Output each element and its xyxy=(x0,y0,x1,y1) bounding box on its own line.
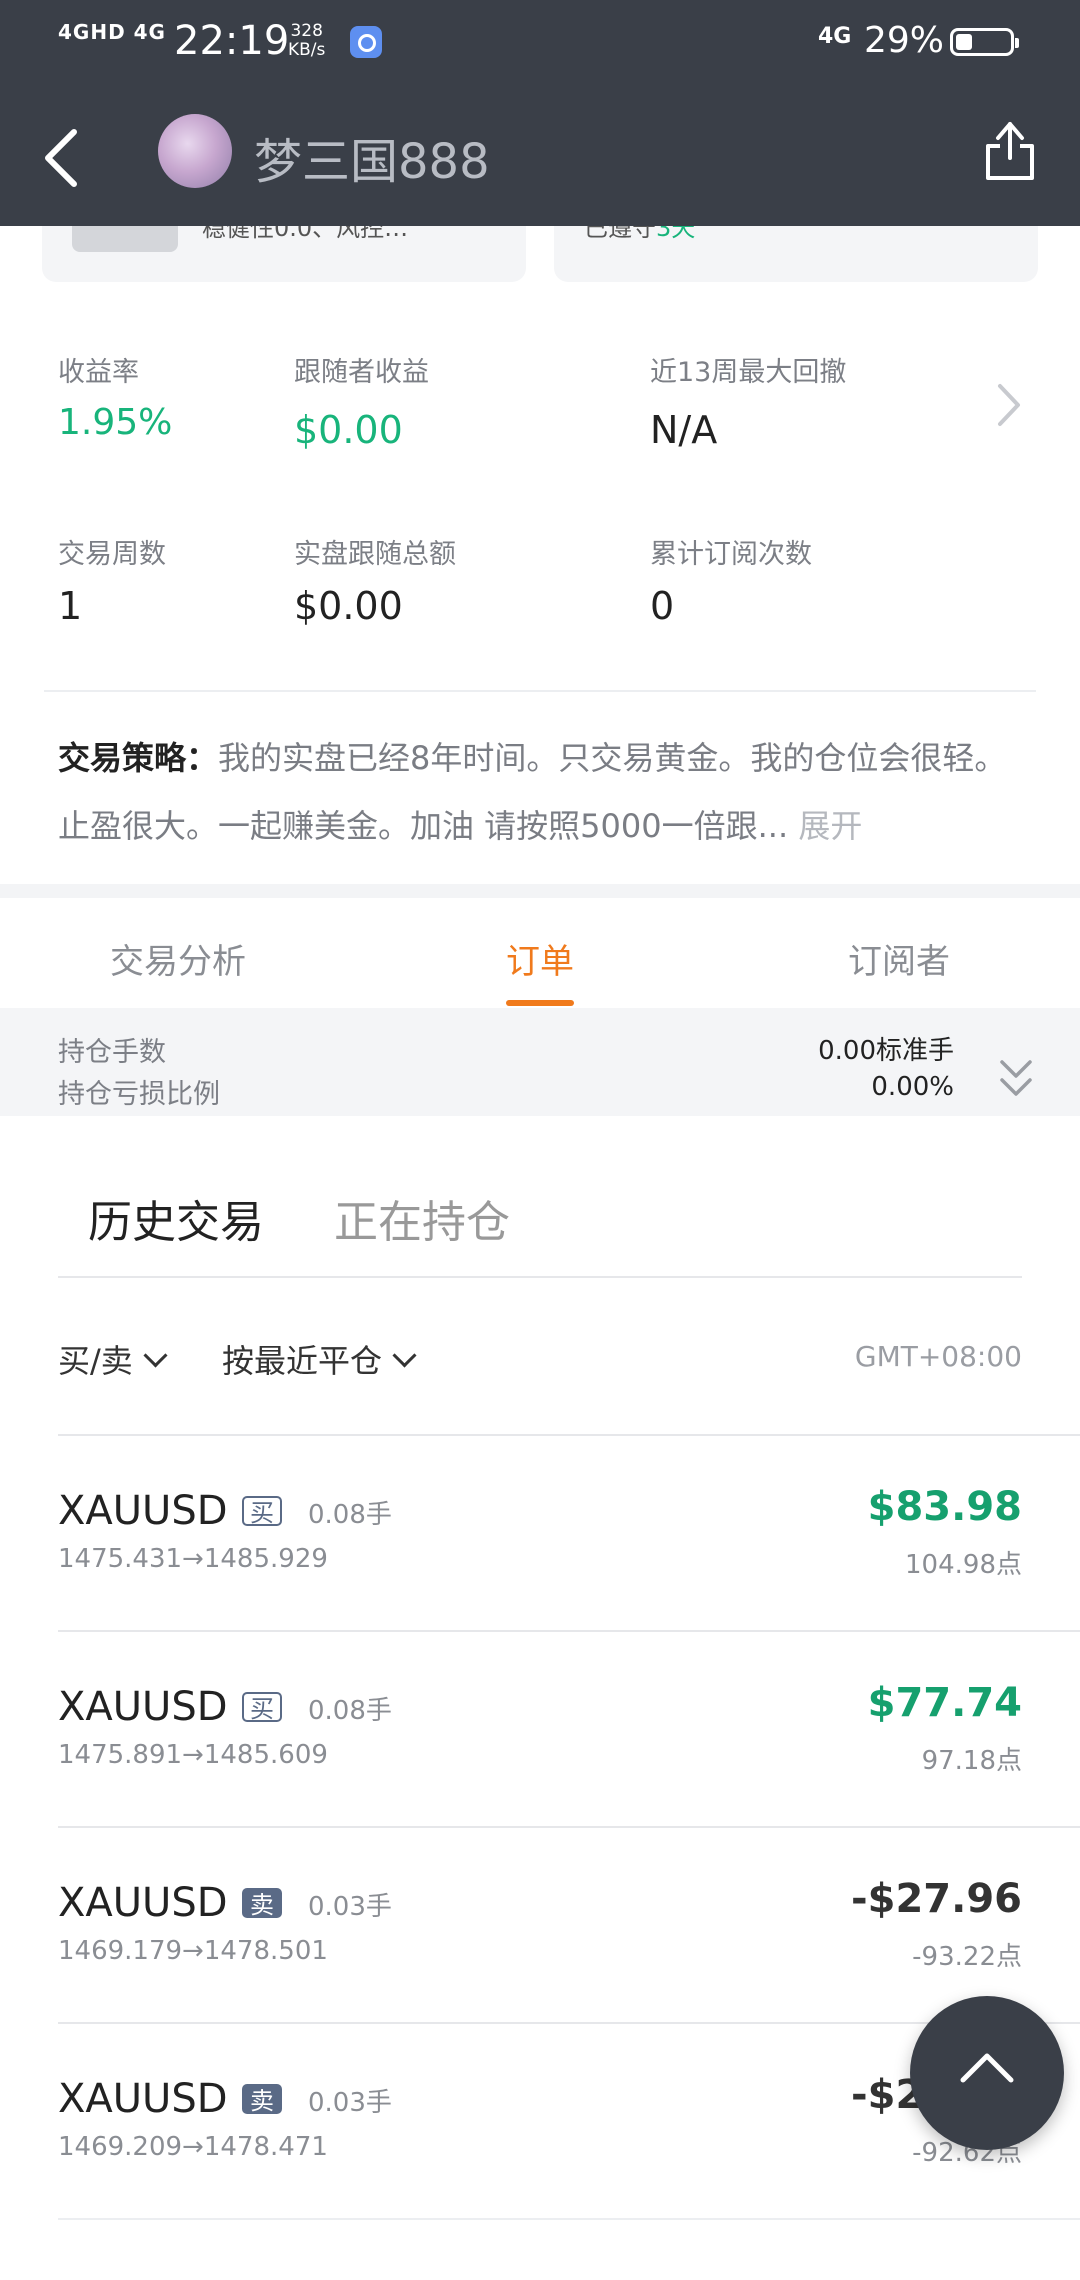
order-symbol: XAUUSD xyxy=(58,1880,228,1926)
chevron-up-icon xyxy=(960,2053,1014,2083)
timezone-label: GMT+08:00 xyxy=(854,1340,1022,1373)
order-lots: 0.03手 xyxy=(308,1892,392,1922)
order-lots: 0.08手 xyxy=(308,1500,392,1530)
status-bar: 4GHD 4G 22:19 328 KB/s 4G 29% xyxy=(0,0,1080,84)
order-row[interactable]: XAUUSD 买 0.08手 1475.431→1485.929 $83.98 … xyxy=(58,1434,1080,1632)
back-button[interactable] xyxy=(34,118,94,198)
order-lots: 0.08手 xyxy=(308,1696,392,1726)
order-profit: -$27.96 xyxy=(851,1876,1022,1922)
scroll-to-top-button[interactable] xyxy=(910,1996,1064,2150)
tab-orders[interactable]: 订单 xyxy=(506,934,574,983)
order-side-badge: 卖 xyxy=(242,1888,282,1919)
order-prices: 1469.179→1478.501 xyxy=(58,1936,328,1966)
chevron-right-icon[interactable] xyxy=(990,378,1026,432)
order-side-badge: 买 xyxy=(242,1496,282,1527)
order-symbol: XAUUSD xyxy=(58,1684,228,1730)
status-time: 22:19 xyxy=(174,18,290,64)
side-filter-dropdown[interactable]: 买/卖 xyxy=(58,1336,168,1382)
app-header: 4GHD 4G 22:19 328 KB/s 4G 29% 梦三国888 xyxy=(0,0,1080,226)
network-type: 4G xyxy=(818,24,852,49)
double-chevron-down-icon[interactable] xyxy=(996,1056,1036,1104)
side-filter-label: 买/卖 xyxy=(58,1342,133,1380)
expand-link[interactable]: 展开 xyxy=(798,807,862,845)
network-speed: 328 KB/s xyxy=(288,22,325,60)
sort-dropdown[interactable]: 按最近平仓 xyxy=(222,1336,417,1382)
tab-open-positions[interactable]: 正在持仓 xyxy=(334,1186,510,1250)
tab-history[interactable]: 历史交易 xyxy=(88,1186,264,1250)
order-row[interactable]: XAUUSD 卖 0.03手 1469.179→1478.501 -$27.96… xyxy=(58,1826,1080,2024)
position-pl-label: 持仓亏损比例 xyxy=(58,1079,220,1110)
stat-value-follower-profit: $0.00 xyxy=(294,408,403,452)
order-points: 97.18点 xyxy=(921,1746,1022,1776)
stat-label-return: 收益率 xyxy=(58,357,139,388)
order-side-badge: 卖 xyxy=(242,2084,282,2115)
order-prices: 1475.891→1485.609 xyxy=(58,1740,328,1770)
section-gap xyxy=(0,884,1080,898)
signal-indicator: 4GHD 4G xyxy=(58,20,166,44)
stat-label-weeks: 交易周数 xyxy=(58,539,166,570)
stat-value-return: 1.95% xyxy=(58,402,173,443)
position-lots-value: 0.00标准手 xyxy=(818,1036,954,1066)
share-icon xyxy=(986,122,1034,180)
order-profit: $77.74 xyxy=(867,1680,1022,1726)
tab-subscribers[interactable]: 订阅者 xyxy=(848,934,950,983)
network-speed-unit: KB/s xyxy=(288,40,326,60)
stat-label-follow-total: 实盘跟随总额 xyxy=(294,539,456,570)
stat-value-subscriptions: 0 xyxy=(650,584,675,628)
order-points: 104.98点 xyxy=(905,1550,1022,1580)
order-points: -93.22点 xyxy=(912,1942,1022,1972)
stat-label-subscriptions: 累计订阅次数 xyxy=(650,539,812,570)
order-prices: 1475.431→1485.929 xyxy=(58,1544,328,1574)
strategy-text: 交易策略：我的实盘已经8年时间。只交易黄金。我的仓位会很轻。止盈很大。一起赚美金… xyxy=(58,724,1018,860)
order-prices: 1469.209→1478.471 xyxy=(58,2132,328,2162)
tab-analysis[interactable]: 交易分析 xyxy=(110,934,246,983)
notification-app-icon xyxy=(350,26,382,58)
nav-bar: 梦三国888 xyxy=(0,84,1080,226)
chevron-down-icon xyxy=(392,1343,417,1368)
stat-value-weeks: 1 xyxy=(58,584,83,628)
divider xyxy=(44,690,1036,692)
chevron-left-icon xyxy=(45,129,77,187)
page-title: 梦三国888 xyxy=(254,134,490,190)
stat-value-follow-total: $0.00 xyxy=(294,584,403,628)
order-side-badge: 买 xyxy=(242,1692,282,1723)
stat-value-max-drawdown: N/A xyxy=(650,408,718,452)
network-speed-value: 328 xyxy=(290,21,323,41)
battery-icon xyxy=(950,28,1019,56)
chevron-down-icon xyxy=(143,1343,168,1368)
order-symbol: XAUUSD xyxy=(58,2076,228,2122)
battery-percent: 29% xyxy=(864,20,945,61)
order-symbol: XAUUSD xyxy=(58,1488,228,1534)
sort-label: 按最近平仓 xyxy=(222,1342,383,1380)
stat-label-follower-profit: 跟随者收益 xyxy=(294,357,429,388)
divider xyxy=(58,2218,1080,2220)
position-pl-value: 0.00% xyxy=(871,1072,954,1102)
position-lots-label: 持仓手数 xyxy=(58,1037,166,1068)
strategy-label: 交易策略： xyxy=(58,739,219,777)
order-row[interactable]: XAUUSD 买 0.08手 1475.891→1485.609 $77.74 … xyxy=(58,1630,1080,1828)
order-profit: $83.98 xyxy=(867,1484,1022,1530)
order-lots: 0.03手 xyxy=(308,2088,392,2118)
divider xyxy=(58,1276,1022,1278)
active-tab-indicator xyxy=(506,1000,574,1006)
avatar[interactable] xyxy=(158,114,232,188)
position-summary: 持仓手数 持仓亏损比例 0.00标准手 0.00% xyxy=(0,1008,1080,1116)
stat-label-max-drawdown: 近13周最大回撤 xyxy=(650,357,847,388)
share-button[interactable] xyxy=(980,116,1040,186)
